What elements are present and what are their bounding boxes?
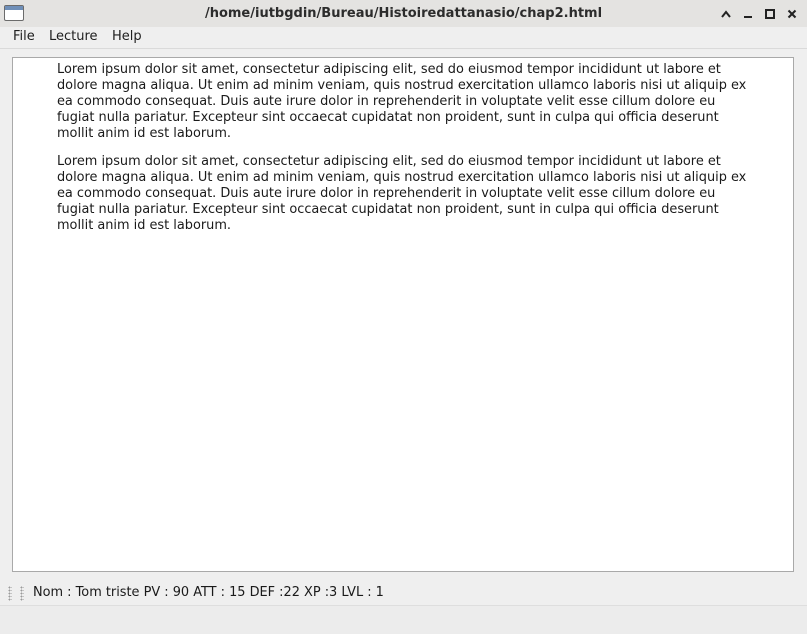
minimize-icon	[744, 15, 752, 18]
minimize-button[interactable]	[739, 5, 757, 22]
content-paragraph-1: Lorem ipsum dolor sit amet, consectetur …	[57, 62, 747, 141]
shade-button[interactable]	[717, 5, 735, 22]
toolbar-grip-icon[interactable]	[8, 586, 12, 601]
window-title: /home/iutbgdin/Bureau/Histoiredattanasio…	[204, 6, 603, 21]
close-button[interactable]	[783, 5, 801, 22]
close-icon	[787, 9, 797, 18]
maximize-button[interactable]	[761, 5, 779, 22]
html-viewer[interactable]: Lorem ipsum dolor sit amet, consectetur …	[12, 57, 794, 572]
bottom-strip	[0, 605, 807, 634]
toolbar-grip-icon[interactable]	[20, 586, 24, 601]
status-bar: Nom : Tom triste PV : 90 ATT : 15 DEF :2…	[0, 581, 807, 605]
menu-help[interactable]: Help	[108, 27, 146, 48]
title-bar[interactable]: /home/iutbgdin/Bureau/Histoiredattanasio…	[0, 0, 807, 28]
menu-file[interactable]: File	[9, 27, 39, 48]
menu-lecture[interactable]: Lecture	[45, 27, 102, 48]
menu-bar: File Lecture Help	[0, 27, 807, 49]
maximize-icon	[765, 8, 775, 19]
chevron-up-icon	[721, 9, 731, 18]
player-status-text: Nom : Tom triste PV : 90 ATT : 15 DEF :2…	[33, 585, 384, 600]
window-controls	[717, 5, 801, 22]
content-paragraph-2: Lorem ipsum dolor sit amet, consectetur …	[57, 154, 747, 233]
